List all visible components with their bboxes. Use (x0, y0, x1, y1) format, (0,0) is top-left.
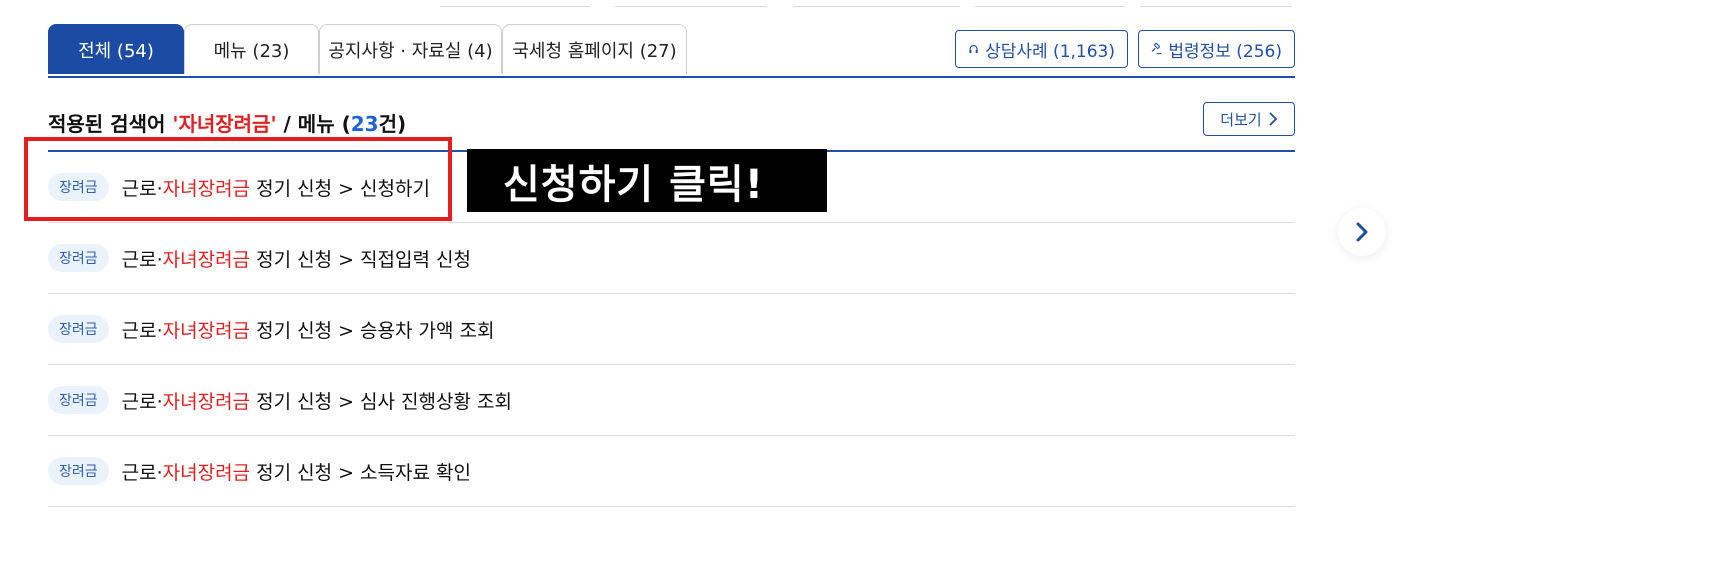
consult-cases-button[interactable]: 상담사례 (1,163) (955, 30, 1128, 68)
top-divider-stub (975, 0, 1125, 7)
heading-keyword: '자녀장려금' (172, 112, 277, 136)
headset-icon (969, 44, 978, 54)
result-title[interactable]: 근로·자녀장려금 정기 신청 > 심사 진행상황 조회 (122, 387, 512, 414)
category-badge: 장려금 (48, 315, 109, 343)
results-heading: 적용된 검색어 '자녀장려금' / 메뉴 (23건) (48, 108, 406, 137)
chevron-right-icon (1356, 222, 1368, 242)
top-divider-stub (615, 0, 767, 7)
law-info-label: 법령정보 (256) (1168, 41, 1282, 62)
title-path: 정기 신청 > 승용차 가액 조회 (250, 319, 495, 342)
category-badge: 장려금 (48, 457, 109, 485)
top-divider-stub (1140, 0, 1292, 7)
annotation-callout: 신청하기 클릭! (467, 149, 827, 212)
search-results-panel: 전체 (54) 메뉴 (23) 공지사항 · 자료실 (4) 국세청 홈페이지 … (48, 24, 1295, 507)
heading-count: 23 (350, 112, 379, 136)
result-title[interactable]: 근로·자녀장려금 정기 신청 > 승용차 가액 조회 (122, 316, 495, 343)
tab-notice-archive[interactable]: 공지사항 · 자료실 (4) (319, 24, 502, 74)
result-item[interactable]: 장려금 근로·자녀장려금 정기 신청 > 승용차 가액 조회 (48, 294, 1295, 365)
category-badge: 장려금 (48, 386, 109, 414)
consult-cases-label: 상담사례 (1,163) (985, 41, 1115, 62)
title-keyword: 자녀장려금 (162, 319, 251, 342)
more-button[interactable]: 더보기 (1203, 102, 1295, 136)
title-prefix: 근로· (121, 248, 163, 271)
carousel-next-button[interactable] (1338, 208, 1386, 256)
tab-menu[interactable]: 메뉴 (23) (184, 24, 319, 74)
result-item[interactable]: 장려금 근로·자녀장려금 정기 신청 > 직접입력 신청 (48, 223, 1295, 294)
title-keyword: 자녀장려금 (162, 390, 251, 413)
chevron-right-icon (1269, 112, 1277, 126)
top-divider-stub (793, 0, 960, 7)
result-item[interactable]: 장려금 근로·자녀장려금 정기 신청 > 심사 진행상황 조회 (48, 365, 1295, 436)
title-keyword: 자녀장려금 (162, 461, 251, 484)
title-prefix: 근로· (121, 461, 163, 484)
title-prefix: 근로· (121, 390, 163, 413)
title-path: 정기 신청 > 직접입력 신청 (250, 248, 471, 271)
annotation-highlight-box (24, 137, 452, 221)
title-keyword: 자녀장려금 (162, 248, 251, 271)
title-path: 정기 신청 > 소득자료 확인 (250, 461, 471, 484)
category-badge: 장려금 (48, 244, 109, 272)
tab-all[interactable]: 전체 (54) (48, 24, 184, 74)
top-divider-stub (440, 0, 590, 7)
heading-middle: / 메뉴 ( (276, 112, 351, 136)
category-tabs: 전체 (54) 메뉴 (23) 공지사항 · 자료실 (4) 국세청 홈페이지 … (48, 24, 1295, 78)
result-title[interactable]: 근로·자녀장려금 정기 신청 > 직접입력 신청 (122, 245, 471, 272)
law-info-button[interactable]: 법령정보 (256) (1138, 30, 1295, 68)
title-prefix: 근로· (121, 319, 163, 342)
heading-prefix: 적용된 검색어 (48, 112, 173, 136)
result-item[interactable]: 장려금 근로·자녀장려금 정기 신청 > 소득자료 확인 (48, 436, 1295, 507)
gavel-icon (1151, 42, 1162, 55)
result-title[interactable]: 근로·자녀장려금 정기 신청 > 소득자료 확인 (122, 458, 471, 485)
more-button-label: 더보기 (1220, 110, 1262, 129)
tab-nts-homepage[interactable]: 국세청 홈페이지 (27) (502, 24, 687, 74)
heading-suffix: 건) (378, 112, 407, 136)
title-path: 정기 신청 > 심사 진행상황 조회 (250, 390, 512, 413)
